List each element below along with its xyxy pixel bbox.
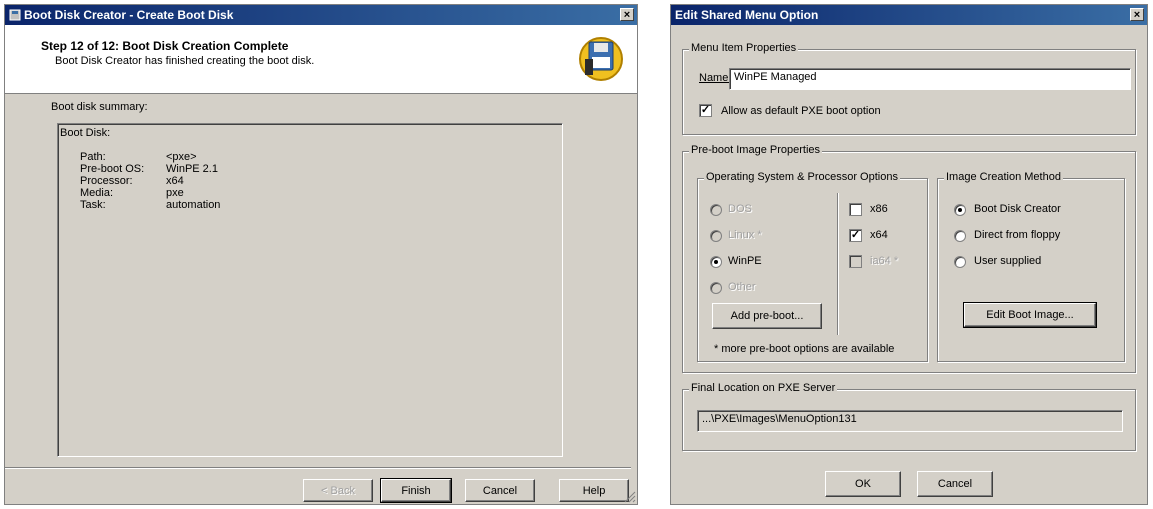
boot-disk-creator-window: Boot Disk Creator - Create Boot Disk × S…	[4, 4, 638, 505]
group-legend: Final Location on PXE Server	[689, 382, 838, 394]
os-radio-linux[interactable]	[710, 230, 722, 242]
group-legend: Image Creation Method	[944, 171, 1063, 183]
finish-button[interactable]: Finish	[380, 478, 452, 503]
step-subtitle: Boot Disk Creator has finished creating …	[55, 55, 315, 67]
preboot-image-group: Pre-boot Image Properties Operating Syst…	[682, 144, 1136, 373]
os-label-winpe: WinPE	[728, 255, 762, 267]
method-label: Direct from floppy	[974, 229, 1061, 241]
summary-key: Pre-boot OS:	[80, 163, 145, 175]
summary-label: Boot disk summary:	[51, 101, 148, 113]
os-radio-other[interactable]	[710, 282, 722, 294]
ok-button[interactable]: OK	[825, 471, 901, 497]
os-label-dos: DOS	[728, 203, 752, 215]
checkmark-icon: ✓	[850, 229, 861, 241]
menu-item-properties-group: Menu Item Properties Name: WinPE Managed…	[682, 42, 1136, 135]
back-button[interactable]: < Back	[303, 479, 373, 502]
summary-key: Path:	[80, 151, 106, 163]
name-label: Name:	[699, 72, 732, 84]
processor-label-ia64: ia64 *	[870, 255, 899, 267]
more-options-note: * more pre-boot options are available	[714, 343, 895, 355]
method-label: User supplied	[974, 255, 1042, 267]
cancel-button[interactable]: Cancel	[917, 471, 993, 497]
add-preboot-button[interactable]: Add pre-boot...	[712, 303, 822, 329]
summary-key: Media:	[80, 187, 114, 199]
summary-value: automation	[166, 199, 221, 211]
checkmark-icon: ✓	[700, 104, 711, 116]
group-legend: Operating System & Processor Options	[704, 171, 900, 183]
allow-default-checkbox[interactable]: ✓	[699, 104, 712, 117]
summary-key: Task:	[80, 199, 106, 211]
processor-label-x86: x86	[870, 203, 888, 215]
final-location-field[interactable]: ...\PXE\Images\MenuOption131	[697, 410, 1123, 432]
edit-menu-option-dialog: Edit Shared Menu Option × Menu Item Prop…	[670, 4, 1148, 505]
summary-value: WinPE 2.1	[166, 163, 218, 175]
wizard-title: Boot Disk Creator - Create Boot Disk	[24, 8, 234, 22]
os-processor-group: Operating System & Processor Options DOS…	[697, 171, 928, 362]
step-title: Step 12 of 12: Boot Disk Creation Comple…	[41, 39, 289, 53]
method-radio-user-supplied[interactable]	[954, 256, 966, 268]
close-icon[interactable]: ×	[620, 8, 634, 21]
dialog-title: Edit Shared Menu Option	[675, 8, 819, 22]
os-label-other: Other	[728, 281, 756, 293]
box-heading: Boot Disk:	[60, 127, 111, 139]
summary-key: Processor:	[80, 175, 133, 187]
close-icon[interactable]: ×	[1130, 8, 1144, 21]
method-radio-direct-floppy[interactable]	[954, 230, 966, 242]
allow-default-label[interactable]: Allow as default PXE boot option	[721, 105, 881, 117]
footer-divider	[5, 467, 631, 469]
wizard-header: Step 12 of 12: Boot Disk Creation Comple…	[5, 25, 637, 94]
os-radio-dos[interactable]	[710, 204, 722, 216]
dialog-title-bar[interactable]: Edit Shared Menu Option ×	[671, 5, 1147, 25]
app-icon	[9, 9, 21, 21]
method-label: Boot Disk Creator	[974, 203, 1061, 215]
final-location-group: Final Location on PXE Server ...\PXE\Ima…	[682, 382, 1136, 451]
os-label-linux: Linux *	[728, 229, 762, 241]
summary-value: <pxe>	[166, 151, 197, 163]
summary-value: x64	[166, 175, 184, 187]
processor-checkbox-x86[interactable]	[849, 203, 862, 216]
group-legend: Pre-boot Image Properties	[689, 144, 823, 156]
method-radio-boot-disk-creator[interactable]	[954, 204, 966, 216]
help-button[interactable]: Help	[559, 479, 629, 502]
edit-boot-image-button[interactable]: Edit Boot Image...	[963, 302, 1097, 328]
image-method-group: Image Creation Method Boot Disk Creator …	[937, 171, 1125, 362]
summary-box: Boot Disk: Path: <pxe> Pre-boot OS: WinP…	[57, 123, 563, 457]
floppy-wizard-icon	[579, 37, 623, 81]
resize-grip-icon[interactable]	[624, 491, 636, 503]
name-input[interactable]: WinPE Managed	[729, 68, 1131, 90]
summary-value: pxe	[166, 187, 184, 199]
processor-label-x64: x64	[870, 229, 888, 241]
processor-checkbox-ia64[interactable]	[849, 255, 862, 268]
os-divider	[837, 193, 839, 335]
group-legend: Menu Item Properties	[689, 42, 799, 54]
os-radio-winpe[interactable]	[710, 256, 722, 268]
processor-checkbox-x64[interactable]: ✓	[849, 229, 862, 242]
wizard-title-bar[interactable]: Boot Disk Creator - Create Boot Disk ×	[5, 5, 637, 25]
cancel-button[interactable]: Cancel	[465, 479, 535, 502]
